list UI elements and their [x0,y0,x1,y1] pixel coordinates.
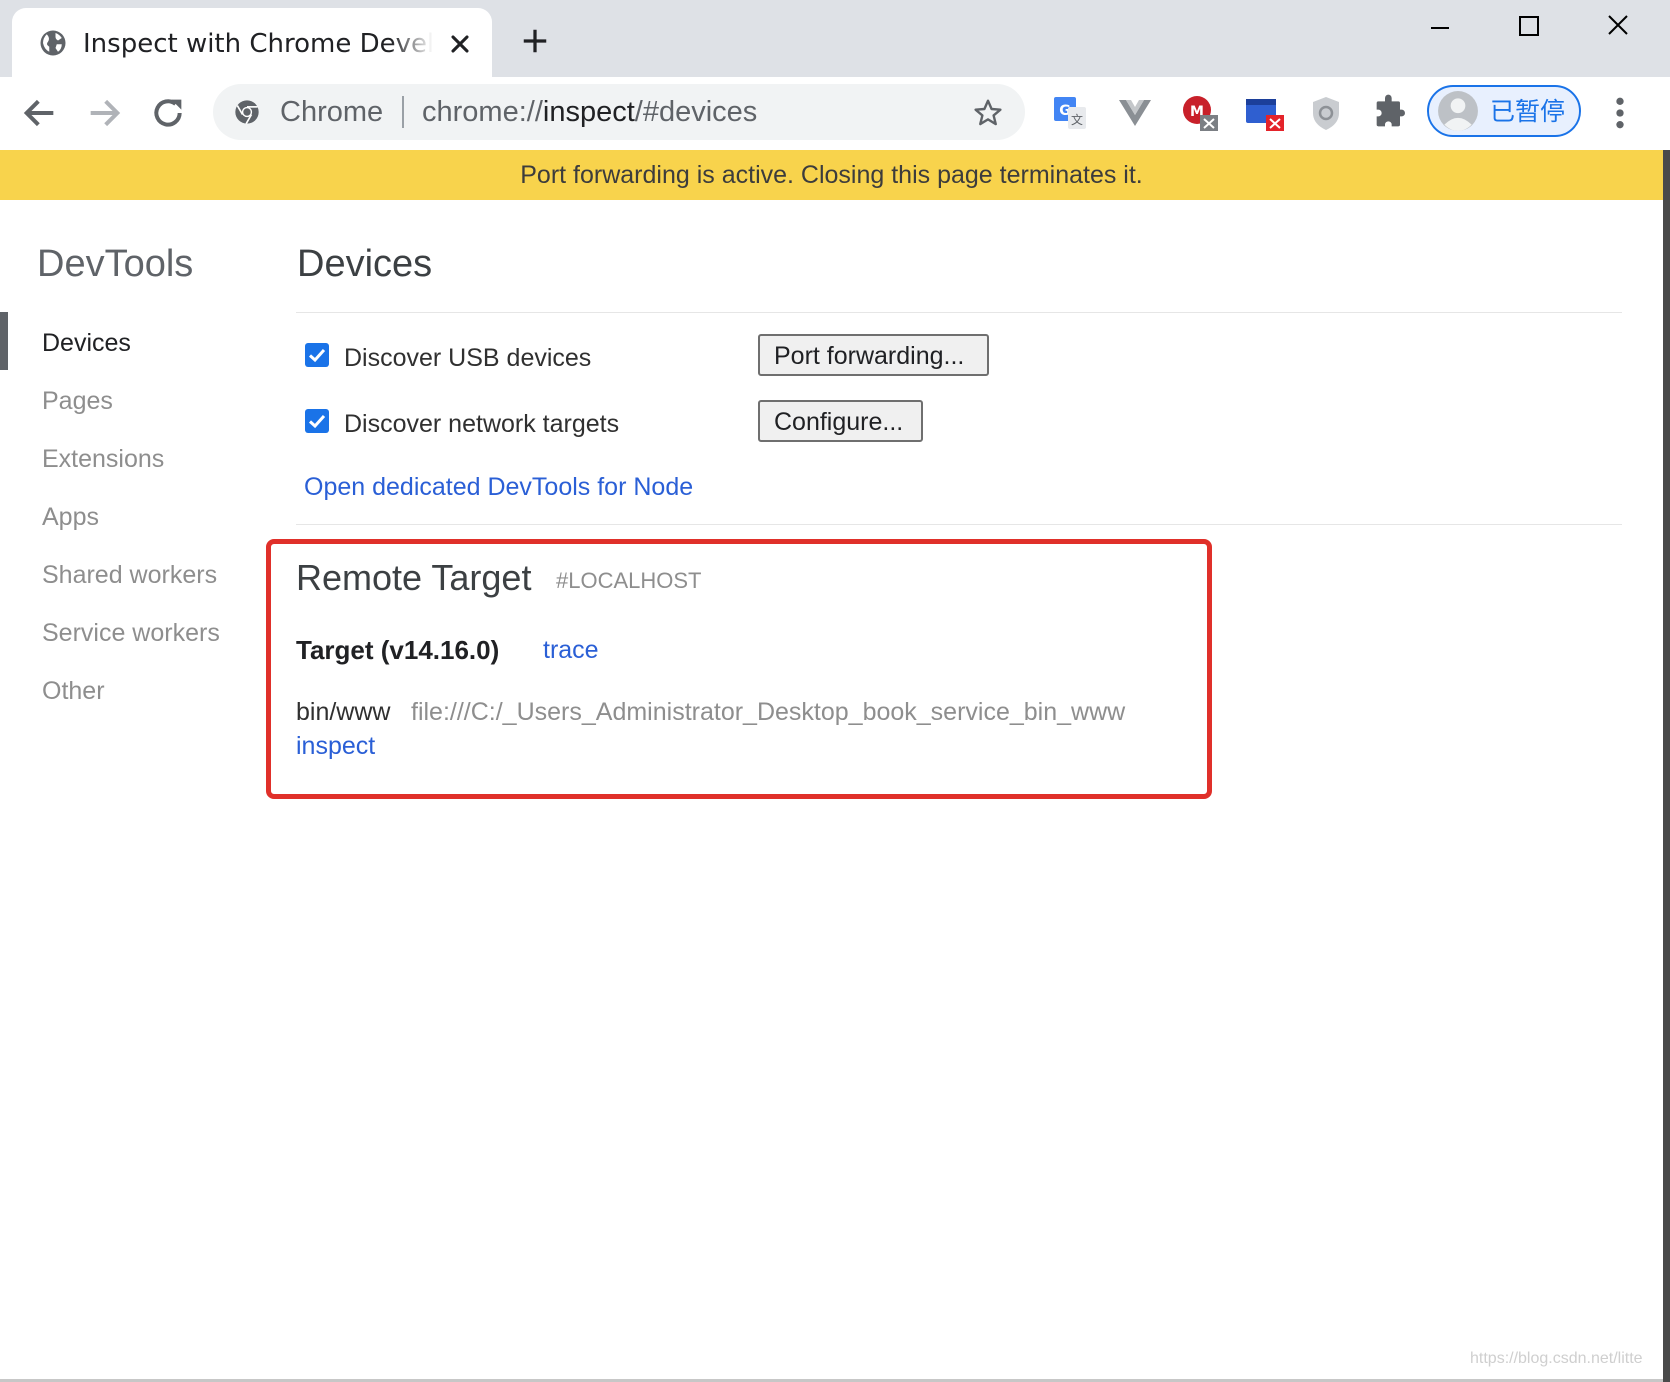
url-path: /#devices [634,96,758,128]
svg-text:文: 文 [1071,112,1083,127]
remote-target-title: Remote Target [296,557,532,598]
maximize-icon[interactable] [1508,6,1548,46]
trace-link[interactable]: trace [543,633,599,667]
shield-extension-icon[interactable] [1306,93,1346,133]
window-edge [1663,150,1670,1382]
discover-usb-label: Discover USB devices [344,344,592,372]
port-forwarding-button[interactable]: Port forwarding... [758,334,989,376]
omnibox-chip-label: Chrome [280,96,384,128]
bookmark-star-icon[interactable] [972,97,1004,129]
checkmark-icon [308,348,326,363]
discover-network-checkbox[interactable] [305,409,329,433]
sidebar-selected-marker [0,312,8,370]
sidebar-item-pages[interactable]: Pages [42,384,113,418]
divider [296,524,1622,525]
sidebar-item-apps[interactable]: Apps [42,500,99,534]
sidebar-item-other[interactable]: Other [42,674,105,708]
sidebar-item-devices[interactable]: Devices [42,326,131,360]
omnibox-separator [402,96,404,128]
blue-extension-icon[interactable] [1244,93,1284,133]
discover-network-label: Discover network targets [344,410,620,438]
sidebar-title: DevTools [37,243,194,285]
chrome-logo-icon [235,100,259,125]
divider [296,312,1622,313]
globe-icon [40,30,66,56]
page-title: Devices [297,243,433,285]
translate-extension-icon[interactable]: G 文 [1050,93,1090,133]
url-scheme: chrome:// [422,96,543,128]
window-close-icon[interactable] [1598,6,1638,46]
target-url: file:///C:/_Users_Administrator_Desktop_… [411,698,1126,726]
checkmark-icon [308,414,326,429]
target-name: Target (v14.16.0) [296,635,500,665]
forward-arrow-icon[interactable] [84,93,124,133]
port-forwarding-infobar: Port forwarding is active. Closing this … [0,150,1663,200]
more-vertical-icon[interactable] [1608,93,1632,133]
tab-title: Inspect with Chrome Developer Tools [83,29,433,59]
red-extension-icon[interactable]: M [1180,93,1220,133]
remote-target-host: #LOCALHOST [556,568,702,593]
close-tab-icon[interactable] [446,30,474,58]
target-path: bin/www [296,698,391,726]
vue-devtools-extension-icon[interactable] [1115,93,1155,133]
sidebar-item-extensions[interactable]: Extensions [42,442,164,476]
discover-usb-checkbox[interactable] [305,343,329,367]
watermark: https://blog.csdn.net/litte [1470,1350,1643,1367]
avatar-icon [1438,91,1478,131]
configure-button[interactable]: Configure... [758,400,923,442]
minimize-icon[interactable] [1420,8,1460,48]
sidebar-item-shared-workers[interactable]: Shared workers [42,558,217,592]
url-host: inspect [542,96,635,128]
profile-status-label: 已暂停 [1490,98,1566,126]
extensions-puzzle-icon[interactable] [1370,93,1410,133]
back-arrow-icon[interactable] [20,93,60,133]
inspect-link[interactable]: inspect [296,729,375,763]
reload-icon[interactable] [148,93,188,133]
sidebar-item-service-workers[interactable]: Service workers [42,616,220,650]
omnibox-url[interactable]: chrome://inspect/#devices [422,92,757,132]
new-tab-icon[interactable] [520,26,550,56]
node-devtools-link[interactable]: Open dedicated DevTools for Node [304,470,693,504]
